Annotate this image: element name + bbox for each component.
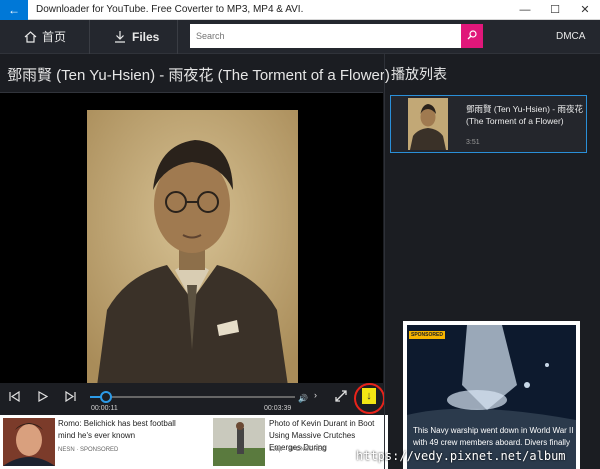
ad-headline-1[interactable]: Romo: Belichick has best football mind h… <box>58 418 186 442</box>
volume-button[interactable]: 🔊 <box>298 391 308 407</box>
ad-source-2: 12up <box>269 447 283 453</box>
video-title: 鄧雨賢 (Ten Yu-Hsien) - 雨夜花 (The Torment of… <box>7 67 390 84</box>
nav-divider <box>177 20 178 54</box>
sponsored-ad-image: SPONSORED This Navy warship went down in… <box>407 325 576 469</box>
ad-tag-2: SPONSORED <box>287 447 327 453</box>
ad-meta-1: NESN · SPONSORED <box>58 447 119 453</box>
skip-forward-icon <box>65 390 76 403</box>
dmca-link[interactable]: DMCA <box>556 20 585 54</box>
home-icon <box>24 31 37 43</box>
fullscreen-button[interactable] <box>335 390 347 407</box>
nav-divider <box>89 20 90 54</box>
fullscreen-icon <box>335 390 347 402</box>
nav-files-label: Files <box>132 30 160 44</box>
window-title: Downloader for YouTube. Free Coverter to… <box>36 4 304 15</box>
sponsored-ad-caption: This Navy warship went down in World War… <box>413 426 574 447</box>
back-button[interactable]: ← <box>0 0 28 20</box>
chevron-right-icon: › <box>314 390 317 400</box>
playlist-thumbnail <box>408 98 448 150</box>
play-icon <box>38 390 49 403</box>
play-button[interactable] <box>38 390 49 407</box>
player-controls: 🔊 › <box>0 383 383 415</box>
ad-thumbnail-2[interactable] <box>213 418 265 466</box>
playlist-item[interactable]: 鄧雨賢 (Ten Yu-Hsien) - 雨夜花 (The Torment of… <box>390 95 587 153</box>
search-icon <box>467 30 477 40</box>
ad-source-1: NESN <box>58 447 75 453</box>
download-icon <box>115 31 125 43</box>
current-time: 00:00:11 <box>91 405 118 412</box>
window-titlebar: ← Downloader for YouTube. Free Coverter … <box>0 0 600 20</box>
sponsored-tag: SPONSORED <box>409 331 445 339</box>
ad-strip: Romo: Belichick has best football mind h… <box>0 415 388 469</box>
ad-thumbnail-1[interactable] <box>3 418 55 466</box>
ad-meta-2: 12up · SPONSORED <box>269 447 327 453</box>
download-button[interactable]: ↓ <box>362 388 376 404</box>
top-navbar: 首页 Files DMCA <box>0 20 600 54</box>
video-frame-portrait <box>87 110 298 386</box>
playlist-item-title: 鄧雨賢 (Ten Yu-Hsien) - 雨夜花 (The Torment of… <box>466 104 583 126</box>
nav-home[interactable]: 首页 <box>24 20 66 54</box>
playlist-thumbnail-image <box>408 98 448 150</box>
ad-tag-1: SPONSORED <box>80 447 119 453</box>
download-arrow-icon: ↓ <box>366 390 372 402</box>
skip-back-icon <box>9 390 20 403</box>
minimize-button[interactable]: — <box>510 0 540 20</box>
search-button[interactable] <box>461 24 483 48</box>
previous-button[interactable] <box>9 390 20 407</box>
search-input[interactable] <box>190 24 461 48</box>
ad-image-1 <box>3 418 55 466</box>
volume-icon: 🔊 <box>298 394 308 403</box>
watermark-url: https://vedy.pixnet.net/album <box>356 449 566 463</box>
maximize-button[interactable]: ☐ <box>540 0 570 20</box>
nav-home-label: 首页 <box>42 30 67 44</box>
more-options-button[interactable]: › <box>314 387 317 403</box>
next-button[interactable] <box>65 390 76 407</box>
close-button[interactable]: ✕ <box>570 0 600 20</box>
sidebar-divider <box>384 54 385 469</box>
progress-track[interactable] <box>90 396 295 398</box>
playlist-item-duration: 3:51 <box>466 139 480 146</box>
playlist-heading: 播放列表 <box>391 66 447 82</box>
ad-image-2 <box>213 418 265 466</box>
total-time: 00:03:39 <box>264 405 292 412</box>
portrait-image <box>87 110 298 386</box>
back-arrow-icon: ← <box>8 3 20 17</box>
sponsored-ad-panel[interactable]: SPONSORED This Navy warship went down in… <box>403 321 580 469</box>
nav-files[interactable]: Files <box>114 20 159 54</box>
